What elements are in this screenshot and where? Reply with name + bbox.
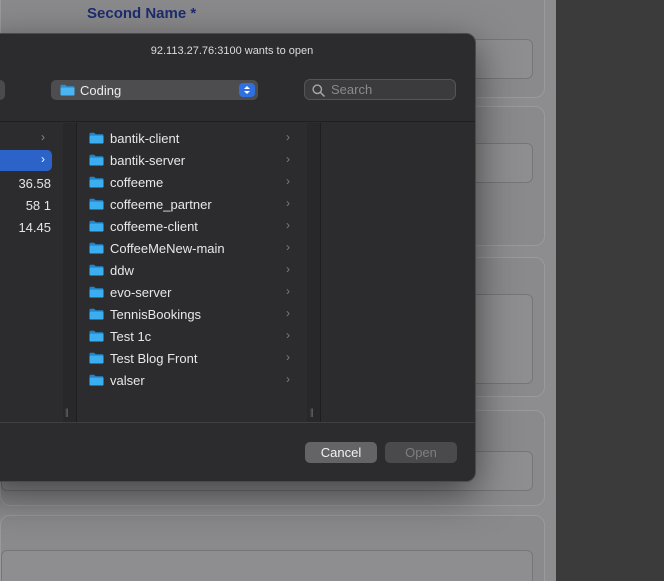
form-input[interactable]: [1, 550, 533, 581]
folder-name: bantik-client: [110, 130, 180, 146]
chevron-right-icon: ›: [286, 174, 290, 188]
file-open-dialog: 92.113.27.76:3100 wants to open Coding ›…: [0, 33, 476, 482]
chevron-right-icon: ›: [286, 262, 290, 276]
folder-list: bantik-client › bantik-server › coffeeme…: [73, 127, 301, 391]
chevron-right-icon: ›: [286, 152, 290, 166]
folder-icon: [89, 308, 104, 320]
folder-icon: [89, 286, 104, 298]
folder-item-coffeeme-partner[interactable]: coffeeme_partner ›: [73, 193, 301, 215]
folder-icon: [89, 374, 104, 386]
chevron-right-icon: ›: [41, 130, 45, 144]
resize-handle-icon[interactable]: ||: [65, 407, 69, 417]
folder-icon: [89, 198, 104, 210]
cancel-button[interactable]: Cancel: [305, 442, 377, 463]
column-resizer[interactable]: [307, 123, 320, 423]
folder-item-coffeeme-client[interactable]: coffeeme-client ›: [73, 215, 301, 237]
toolbar-divider: [0, 121, 475, 122]
folder-icon: [89, 330, 104, 342]
chevron-right-icon: ›: [286, 240, 290, 254]
folder-item-test-blog-front[interactable]: Test Blog Front ›: [73, 347, 301, 369]
folder-icon: [89, 242, 104, 254]
folder-name: evo-server: [110, 284, 172, 300]
resize-handle-icon[interactable]: ||: [310, 407, 314, 417]
folder-item-valser[interactable]: valser ›: [73, 369, 301, 391]
folder-name: Test 1c: [110, 328, 152, 344]
folder-icon: [89, 352, 104, 364]
folder-name: CoffeeMeNew-main: [110, 240, 225, 256]
list-item[interactable]: 58 1: [0, 196, 51, 216]
search-icon: [312, 84, 325, 97]
folder-item-coffeemenew-main[interactable]: CoffeeMeNew-main ›: [73, 237, 301, 259]
folder-name: coffeeme: [110, 174, 164, 190]
chevron-right-icon: ›: [41, 152, 45, 166]
item-label: 14.45: [18, 220, 51, 235]
list-item[interactable]: 14.45: [0, 218, 51, 238]
background-right-panel: [556, 0, 664, 581]
folder-icon: [89, 132, 104, 144]
folder-name: bantik-server: [110, 152, 186, 168]
folder-name: valser: [110, 372, 145, 388]
chevron-right-icon: ›: [286, 372, 290, 386]
location-label: Coding: [80, 82, 122, 98]
chevron-right-icon: ›: [286, 196, 290, 210]
folder-item-coffeeme[interactable]: coffeeme ›: [73, 171, 301, 193]
dialog-title: 92.113.27.76:3100 wants to open: [150, 45, 314, 57]
chevron-right-icon: ›: [286, 130, 290, 144]
folder-name: Test Blog Front: [110, 350, 198, 366]
folder-item-test-1c[interactable]: Test 1c ›: [73, 325, 301, 347]
form-card: [0, 515, 545, 581]
folder-icon: [89, 220, 104, 232]
search-input[interactable]: [331, 82, 449, 97]
chevron-right-icon: ›: [286, 284, 290, 298]
list-item[interactable]: 36.58: [0, 174, 51, 194]
column-divider: [320, 123, 321, 423]
location-popup[interactable]: Coding: [51, 80, 258, 100]
view-popup-button[interactable]: [0, 80, 5, 100]
item-label: 36.58: [18, 176, 51, 191]
folder-icon: [89, 176, 104, 188]
folder-name: coffeeme-client: [110, 218, 198, 234]
folder-name: TennisBookings: [110, 306, 202, 322]
footer-divider: [0, 422, 475, 423]
chevron-right-icon: ›: [286, 328, 290, 342]
chevron-right-icon: ›: [286, 306, 290, 320]
folder-name: coffeeme_partner: [110, 196, 212, 212]
second-name-label: Second Name *: [87, 5, 197, 22]
folder-icon: [89, 154, 104, 166]
folder-item-bantik-server[interactable]: bantik-server ›: [73, 149, 301, 171]
chevron-updown-icon: [239, 83, 255, 97]
search-field[interactable]: [304, 79, 456, 100]
folder-item-evo-server[interactable]: evo-server ›: [73, 281, 301, 303]
chevron-right-icon: ›: [286, 218, 290, 232]
folder-name: ddw: [110, 262, 134, 278]
folder-item-tennisbookings[interactable]: TennisBookings ›: [73, 303, 301, 325]
folder-item-bantik-client[interactable]: bantik-client ›: [73, 127, 301, 149]
folder-icon: [89, 264, 104, 276]
chevron-right-icon: ›: [286, 350, 290, 364]
folder-item-ddw[interactable]: ddw ›: [73, 259, 301, 281]
item-label: 58 1: [25, 198, 51, 213]
folder-icon: [60, 84, 75, 96]
open-button[interactable]: Open: [385, 442, 457, 463]
